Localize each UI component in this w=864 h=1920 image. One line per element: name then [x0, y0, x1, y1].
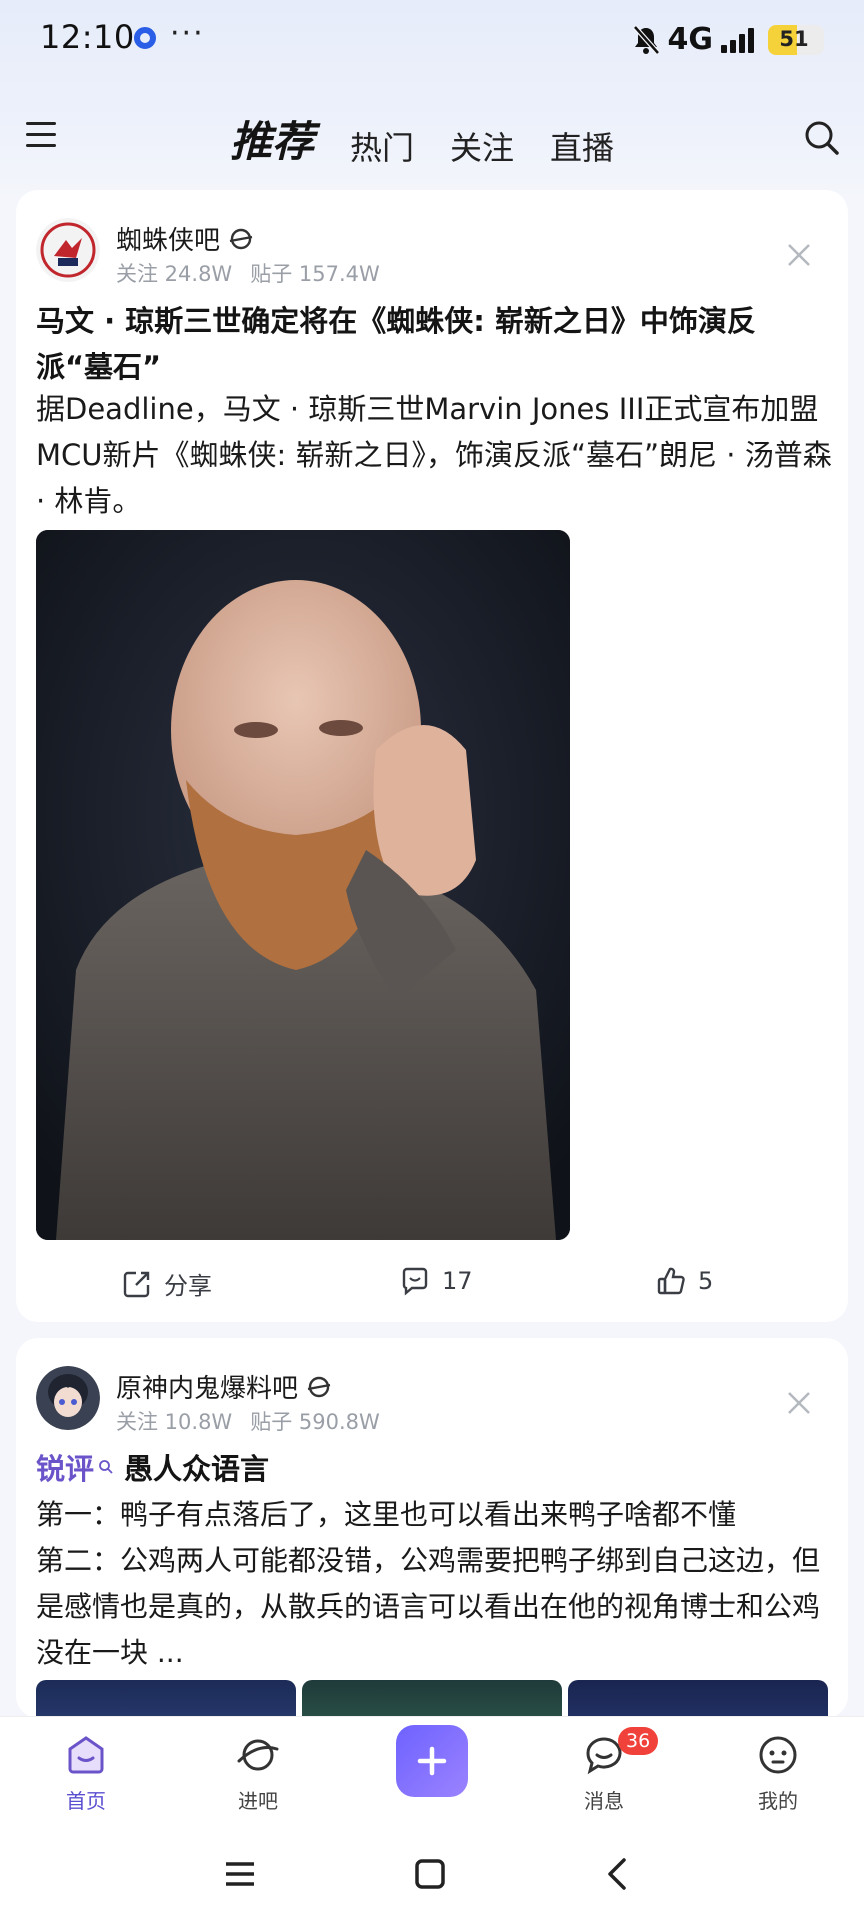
status-indicators: 4G 51 [632, 22, 824, 57]
follow-count: 关注 24.8W [116, 262, 233, 286]
post-images [36, 1680, 828, 1718]
bell-muted-icon [632, 24, 660, 55]
close-icon[interactable] [786, 242, 812, 268]
search-small-icon [99, 1460, 113, 1474]
post-image-thumb[interactable] [36, 1680, 296, 1718]
comment-button[interactable]: 17 [400, 1266, 473, 1296]
nav-messages-label: 消息 [584, 1789, 624, 1813]
nav-me-label: 我的 [758, 1789, 798, 1813]
planet-icon [229, 228, 253, 249]
recent-apps-icon[interactable] [222, 1856, 258, 1892]
posts-count: 贴子 157.4W [250, 262, 380, 286]
battery-icon: 51 [768, 24, 824, 55]
topic-tag-label: 锐评 [36, 1452, 95, 1486]
comment-count: 17 [442, 1267, 473, 1295]
status-bar: 12:10 ··· 4G 51 [0, 0, 864, 80]
home-icon [68, 1736, 104, 1774]
post-title[interactable]: 愚人众语言 [124, 1446, 269, 1488]
nav-messages[interactable]: 36 消息 [544, 1727, 664, 1814]
bar-name[interactable]: 蜘蛛侠吧 [116, 220, 220, 257]
post-image-thumb[interactable] [568, 1680, 828, 1718]
nav-bars-label: 进吧 [238, 1789, 278, 1813]
nav-me[interactable]: 我的 [718, 1731, 838, 1814]
profile-icon [759, 1736, 797, 1774]
post-actions: 分享 17 5 [16, 1260, 848, 1310]
planet-icon [307, 1376, 331, 1397]
nav-home[interactable]: 首页 [26, 1731, 146, 1814]
like-count: 5 [698, 1267, 714, 1295]
home-square-icon[interactable] [412, 1856, 448, 1892]
nav-bars[interactable]: 进吧 [198, 1731, 318, 1814]
plus-icon [417, 1746, 447, 1776]
tab-following[interactable]: 关注 [450, 123, 514, 169]
post-title[interactable]: 马文 · 琼斯三世确定将在《蜘蛛侠: 崭新之日》中饰演反派“墓石” [36, 298, 826, 390]
create-post-button[interactable] [396, 1725, 468, 1797]
back-icon[interactable] [600, 1856, 636, 1892]
bottom-nav: 首页 进吧 36 消息 我的 [0, 1716, 864, 1828]
bar-stats: 关注 24.8W 贴子 157.4W [116, 258, 380, 288]
bar-stats: 关注 10.8W 贴子 590.8W [116, 1406, 380, 1436]
share-label: 分享 [164, 1272, 212, 1300]
tab-hot[interactable]: 热门 [350, 123, 414, 169]
search-icon[interactable] [804, 120, 840, 156]
message-badge: 36 [618, 1727, 659, 1755]
post-image[interactable] [36, 530, 570, 1240]
post-body[interactable]: 第一：鸭子有点落后了，这里也可以看出来鸭子啥都不懂 第二：公鸡两人可能都没错，公… [36, 1492, 836, 1676]
signal-icon [721, 27, 754, 53]
thumbs-up-icon [657, 1267, 685, 1295]
planet-icon [237, 1739, 279, 1771]
bar-name-row[interactable]: 蜘蛛侠吧 [116, 220, 254, 257]
menu-icon[interactable] [26, 122, 56, 152]
topic-tag[interactable]: 锐评 [36, 1446, 114, 1488]
bar-name[interactable]: 原神内鬼爆料吧 [116, 1368, 298, 1405]
status-time: 12:10 [40, 18, 135, 56]
post-card[interactable]: 蜘蛛侠吧 关注 24.8W 贴子 157.4W 马文 · 琼斯三世确定将在《蜘蛛… [16, 190, 848, 1322]
share-button[interactable]: 分享 [122, 1266, 212, 1301]
bar-avatar[interactable] [36, 218, 100, 282]
network-type: 4G [667, 22, 714, 57]
post-body[interactable]: 据Deadline，马文 · 琼斯三世Marvin Jones III正式宣布加… [36, 386, 836, 524]
top-header: 推荐 热门 关注 直播 [0, 100, 864, 180]
share-icon [123, 1271, 150, 1297]
posts-count: 贴子 590.8W [250, 1410, 380, 1434]
bar-name-row[interactable]: 原神内鬼爆料吧 [116, 1368, 332, 1405]
battery-level: 51 [779, 26, 809, 51]
comment-icon [402, 1267, 428, 1296]
tab-recommend[interactable]: 推荐 [230, 108, 314, 169]
post-headline[interactable]: 锐评 愚人众语言 [36, 1446, 269, 1488]
post-card[interactable]: 原神内鬼爆料吧 关注 10.8W 贴子 590.8W 锐评 愚人众语言 第一：鸭… [16, 1338, 848, 1718]
follow-count: 关注 10.8W [116, 1410, 233, 1434]
feed-tabs: 推荐 热门 关注 直播 [230, 108, 614, 169]
bar-avatar[interactable] [36, 1366, 100, 1430]
tab-live[interactable]: 直播 [550, 123, 614, 169]
like-button[interactable]: 5 [656, 1266, 713, 1296]
more-notifications-icon: ··· [170, 16, 205, 51]
close-icon[interactable] [786, 1390, 812, 1416]
app-notification-icon [134, 27, 156, 49]
nav-home-label: 首页 [66, 1789, 106, 1813]
system-nav-bar [0, 1828, 864, 1920]
post-image-thumb[interactable] [302, 1680, 562, 1718]
